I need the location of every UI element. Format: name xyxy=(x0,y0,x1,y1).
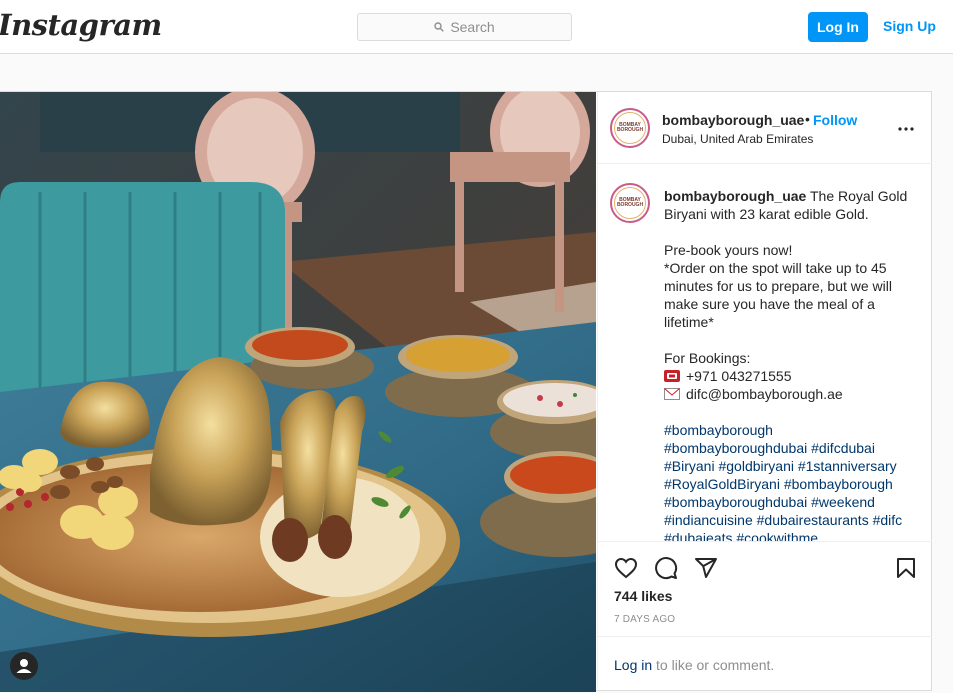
hashtag-line[interactable]: #indiancuisine #dubairestaurants #difc xyxy=(664,511,914,529)
caption-email: difc@bombayborough.ae xyxy=(686,386,843,402)
post-header: BOMBAY BOROUGH bombayborough_uae • Follo… xyxy=(598,92,932,164)
user-account-icon xyxy=(16,659,32,673)
envelope-icon xyxy=(664,388,680,400)
hashtag-line[interactable]: #RoyalGoldBiryani #bombayborough xyxy=(664,475,914,493)
avatar[interactable]: BOMBAY BOROUGH xyxy=(610,108,650,148)
hashtag-line[interactable]: #dubaieats #cookwithme xyxy=(664,529,914,541)
search-placeholder: Search xyxy=(450,19,495,35)
caption-order-note: *Order on the spot will take up to 45 mi… xyxy=(664,260,892,330)
caption-phone-line: +971 043271555 xyxy=(664,367,914,385)
top-navigation: Instagram Search Log In Sign Up xyxy=(0,0,953,54)
share-icon[interactable] xyxy=(694,556,718,580)
post-username[interactable]: bombayborough_uae xyxy=(662,112,804,128)
login-to-comment: Log in to like or comment. xyxy=(598,636,932,693)
avatar-logo: BOMBAY BOROUGH xyxy=(614,187,646,219)
caption-phone: +971 043271555 xyxy=(686,368,792,384)
post-card: BOMBAY BOROUGH bombayborough_uae • Follo… xyxy=(0,91,932,692)
caption-username[interactable]: bombayborough_uae xyxy=(664,188,806,204)
heart-icon[interactable] xyxy=(614,556,638,580)
search-icon xyxy=(434,22,445,32)
post-timestamp[interactable]: 7 DAYS AGO xyxy=(614,614,675,625)
telephone-icon xyxy=(664,370,680,382)
signup-link[interactable]: Sign Up xyxy=(883,18,936,34)
biryani-photo xyxy=(0,92,596,692)
post-image[interactable] xyxy=(0,92,596,692)
like-count[interactable]: 744 likes xyxy=(614,588,672,604)
caption-prebook: Pre-book yours now! xyxy=(664,242,793,258)
comments-section[interactable]: BOMBAY BOROUGH bombayborough_uae The Roy… xyxy=(598,165,932,541)
search-input[interactable]: Search xyxy=(357,13,572,41)
login-suffix: to like or comment. xyxy=(652,657,775,673)
post-caption: bombayborough_uae The Royal Gold Biryani… xyxy=(664,187,914,541)
login-button[interactable]: Log In xyxy=(808,12,868,42)
caption-email-line: difc@bombayborough.ae xyxy=(664,385,914,403)
post-actions: 744 likes 7 DAYS AGO Log in to like or c… xyxy=(598,541,932,692)
caption-bookings-label: For Bookings: xyxy=(664,350,751,366)
hashtag-line[interactable]: #Biryani #goldbiryani #1stanniversary xyxy=(664,457,914,475)
separator-dot: • xyxy=(805,111,810,127)
bookmark-icon[interactable] xyxy=(894,556,918,580)
instagram-logo[interactable]: Instagram xyxy=(0,8,162,42)
hashtag-line[interactable]: #bombayboroughdubai #difcdubai xyxy=(664,439,914,457)
hashtag-line[interactable]: #bombayborough xyxy=(664,421,914,439)
post-location[interactable]: Dubai, United Arab Emirates xyxy=(662,132,813,146)
post-sidebar: BOMBAY BOROUGH bombayborough_uae • Follo… xyxy=(597,92,932,692)
avatar-logo: BOMBAY BOROUGH xyxy=(614,112,646,144)
caption-avatar[interactable]: BOMBAY BOROUGH xyxy=(610,183,650,223)
hashtag-line[interactable]: #bombayboroughdubai #weekend xyxy=(664,493,914,511)
more-options-icon[interactable] xyxy=(898,115,914,136)
comment-icon[interactable] xyxy=(654,556,678,580)
follow-button[interactable]: Follow xyxy=(813,112,857,128)
account-icon[interactable] xyxy=(10,652,38,680)
login-link[interactable]: Log in xyxy=(614,657,652,673)
